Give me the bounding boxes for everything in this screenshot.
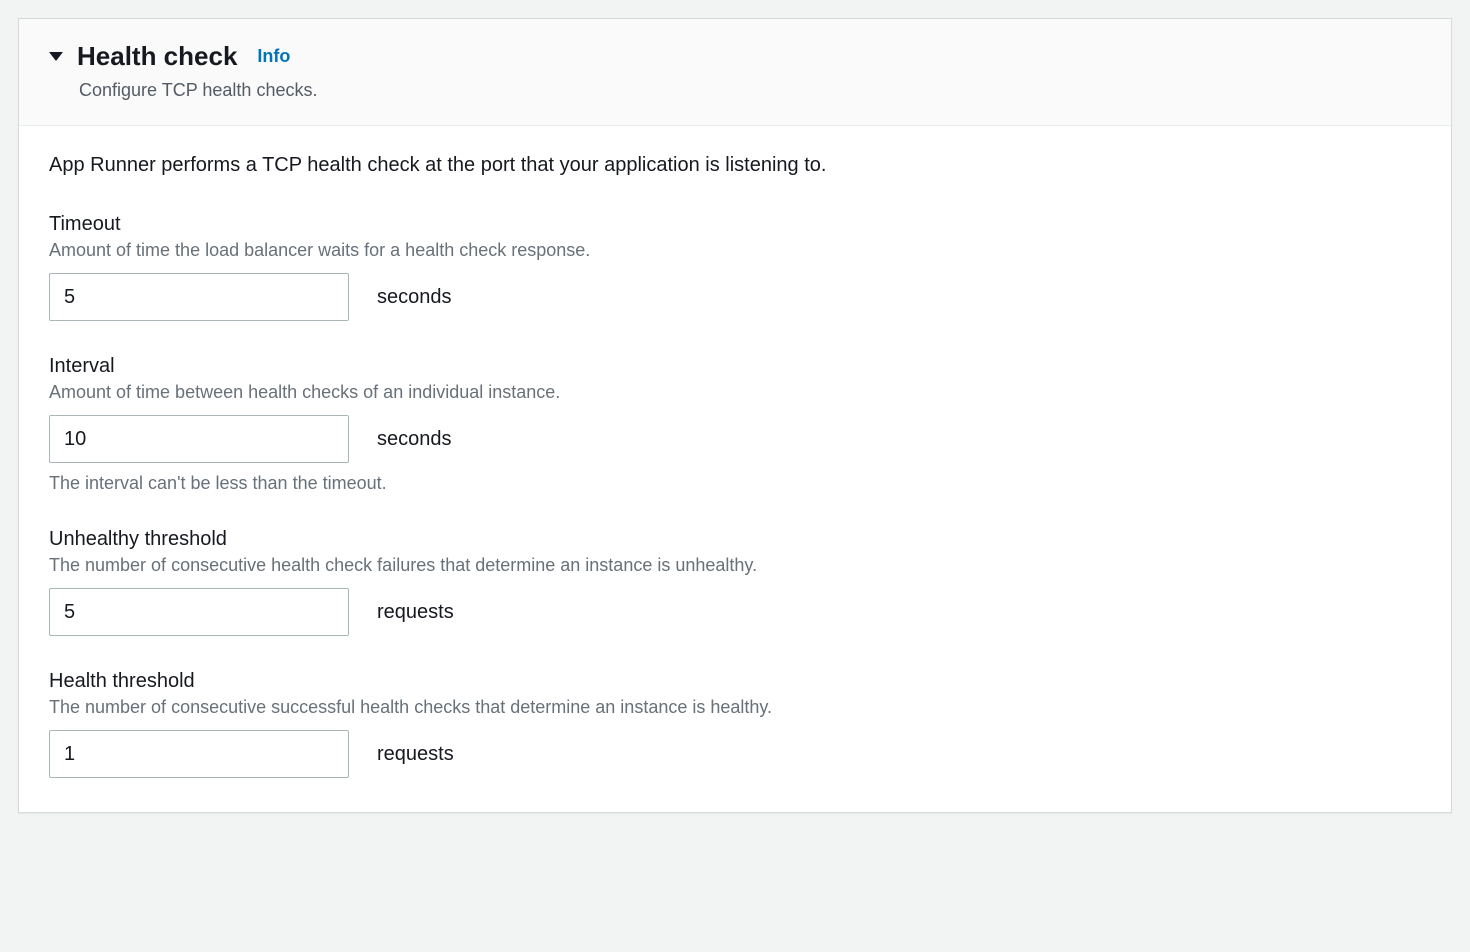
healthy-hint: The number of consecutive successful hea… (49, 697, 1421, 718)
interval-note: The interval can't be less than the time… (49, 473, 1421, 494)
timeout-hint: Amount of time the load balancer waits f… (49, 240, 1421, 261)
unhealthy-input-row: requests (49, 588, 1421, 636)
interval-field: Interval Amount of time between health c… (49, 355, 1421, 494)
timeout-unit: seconds (377, 286, 452, 309)
interval-input-row: seconds (49, 415, 1421, 463)
healthy-input-row: requests (49, 730, 1421, 778)
interval-label: Interval (49, 355, 1421, 378)
timeout-label: Timeout (49, 213, 1421, 236)
interval-unit: seconds (377, 428, 452, 451)
timeout-input-row: seconds (49, 273, 1421, 321)
info-link[interactable]: Info (257, 46, 290, 67)
panel-body: App Runner performs a TCP health check a… (19, 126, 1451, 812)
timeout-input[interactable] (49, 273, 349, 321)
intro-text: App Runner performs a TCP health check a… (49, 154, 1421, 177)
unhealthy-unit: requests (377, 601, 454, 624)
collapse-caret-icon[interactable] (49, 52, 63, 61)
timeout-field: Timeout Amount of time the load balancer… (49, 213, 1421, 321)
panel-subtitle: Configure TCP health checks. (79, 80, 1421, 101)
health-check-panel: Health check Info Configure TCP health c… (18, 18, 1452, 813)
unhealthy-input[interactable] (49, 588, 349, 636)
unhealthy-hint: The number of consecutive health check f… (49, 555, 1421, 576)
panel-title: Health check (77, 41, 237, 72)
interval-hint: Amount of time between health checks of … (49, 382, 1421, 403)
panel-header: Health check Info Configure TCP health c… (19, 19, 1451, 126)
healthy-input[interactable] (49, 730, 349, 778)
unhealthy-label: Unhealthy threshold (49, 528, 1421, 551)
healthy-unit: requests (377, 743, 454, 766)
interval-input[interactable] (49, 415, 349, 463)
unhealthy-field: Unhealthy threshold The number of consec… (49, 528, 1421, 636)
healthy-field: Health threshold The number of consecuti… (49, 670, 1421, 778)
healthy-label: Health threshold (49, 670, 1421, 693)
header-title-row: Health check Info (49, 41, 1421, 72)
